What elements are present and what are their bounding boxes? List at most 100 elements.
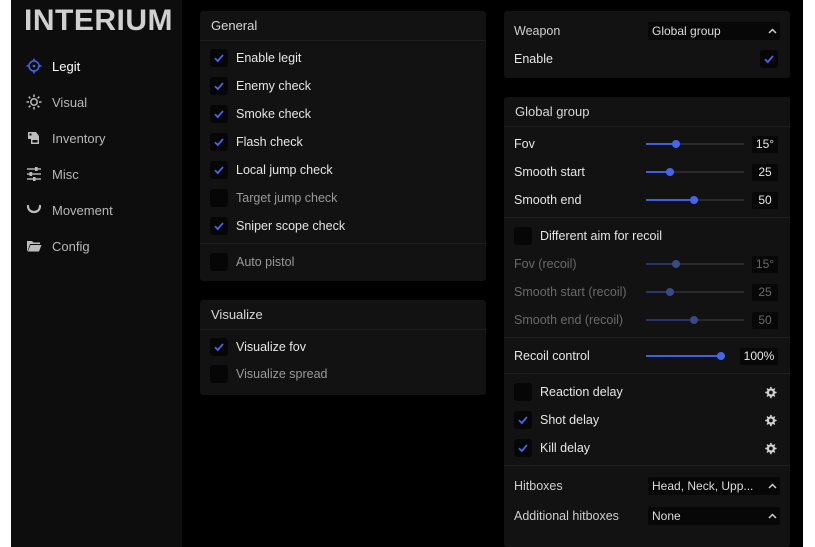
app-window: INTERIUM Legit Visual Inventory Misc Mov… xyxy=(11,0,803,547)
fov-recoil-slider-row: Fov (recoil) 15° xyxy=(504,252,790,276)
checkbox[interactable] xyxy=(210,365,228,383)
additional-hitboxes-select[interactable]: None xyxy=(648,507,780,525)
sidebar-item-label: Config xyxy=(52,238,90,254)
checkbox-label: Enemy check xyxy=(236,79,312,93)
checkbox-label: Sniper scope check xyxy=(236,219,346,233)
flash-check-checkbox[interactable]: Flash check xyxy=(200,130,486,154)
sidebar-item-movement[interactable]: Movement xyxy=(11,196,182,224)
chevron-up-icon xyxy=(764,28,780,34)
visualize-panel: Visualize Visualize fov Visualize spread xyxy=(200,300,486,395)
fov-recoil-value[interactable]: 15° xyxy=(752,255,778,273)
sidebar-item-label: Legit xyxy=(52,58,81,74)
enable-row: Enable xyxy=(504,47,790,71)
checkbox[interactable] xyxy=(210,105,228,123)
auto-pistol-checkbox[interactable]: Auto pistol xyxy=(200,250,486,274)
shot-delay-checkbox[interactable]: Shot delay xyxy=(504,408,790,432)
slider-handle[interactable] xyxy=(690,196,699,204)
smooth-start-value[interactable]: 25 xyxy=(752,163,778,181)
slider-label: Smooth end xyxy=(514,193,582,207)
target-jump-check-checkbox[interactable]: Target jump check xyxy=(200,186,486,210)
kill-delay-checkbox[interactable]: Kill delay xyxy=(504,436,790,460)
checkbox[interactable] xyxy=(210,217,228,235)
slider-handle[interactable] xyxy=(717,352,725,360)
hitboxes-label: Hitboxes xyxy=(514,479,563,493)
slider-label: Fov xyxy=(514,137,535,151)
slider-handle[interactable] xyxy=(672,140,681,148)
checkbox[interactable] xyxy=(210,49,228,67)
smooth-start-recoil-slider-row: Smooth start (recoil) 25 xyxy=(504,280,790,304)
weapon-select[interactable]: Global group xyxy=(648,22,780,40)
smoke-check-checkbox[interactable]: Smoke check xyxy=(200,102,486,126)
checkbox-label: Local jump check xyxy=(236,163,333,177)
different-aim-checkbox[interactable]: Different aim for recoil xyxy=(504,224,790,248)
divider xyxy=(504,373,790,374)
sidebar-item-label: Inventory xyxy=(52,130,106,146)
gear-icon[interactable] xyxy=(764,442,777,455)
smooth-end-slider[interactable] xyxy=(646,196,744,204)
reaction-delay-checkbox[interactable]: Reaction delay xyxy=(504,380,790,404)
enemy-check-checkbox[interactable]: Enemy check xyxy=(200,74,486,98)
checkbox[interactable] xyxy=(210,133,228,151)
visualize-fov-checkbox[interactable]: Visualize fov xyxy=(200,335,486,359)
checkbox-label: Different aim for recoil xyxy=(540,229,663,243)
checkbox[interactable] xyxy=(514,439,532,457)
weapon-panel: Weapon Global group Enable xyxy=(504,11,790,78)
gear-icon[interactable] xyxy=(764,414,777,427)
additional-hitboxes-row: Additional hitboxes None xyxy=(504,504,790,528)
fov-recoil-slider[interactable] xyxy=(646,260,744,268)
recoil-control-slider[interactable] xyxy=(646,352,725,360)
smooth-end-recoil-slider[interactable] xyxy=(646,316,744,324)
visualize-spread-checkbox[interactable]: Visualize spread xyxy=(200,362,486,386)
checkbox[interactable] xyxy=(210,338,228,356)
fov-value[interactable]: 15° xyxy=(752,135,778,153)
enable-checkbox[interactable] xyxy=(760,50,778,68)
slider-label: Smooth start (recoil) xyxy=(514,285,627,299)
sidebar-item-label: Movement xyxy=(52,202,113,218)
smooth-start-slider[interactable] xyxy=(646,168,744,176)
checkbox[interactable] xyxy=(514,227,532,245)
smooth-end-value[interactable]: 50 xyxy=(752,191,778,209)
hitboxes-select[interactable]: Head, Neck, Upp... xyxy=(648,477,780,495)
slider-handle[interactable] xyxy=(690,316,699,324)
checkbox[interactable] xyxy=(514,383,532,401)
checkbox[interactable] xyxy=(210,77,228,95)
gear-icon[interactable] xyxy=(764,386,777,399)
sidebar-item-inventory[interactable]: Inventory xyxy=(11,124,182,152)
smooth-start-recoil-slider[interactable] xyxy=(646,288,744,296)
divider xyxy=(504,337,790,338)
checkbox[interactable] xyxy=(210,189,228,207)
smooth-end-recoil-slider-row: Smooth end (recoil) 50 xyxy=(504,308,790,332)
checkbox-label: Visualize spread xyxy=(236,367,328,381)
local-jump-check-checkbox[interactable]: Local jump check xyxy=(200,158,486,182)
sidebar-item-config[interactable]: Config xyxy=(11,232,182,260)
fov-slider-row: Fov 15° xyxy=(504,132,790,156)
recoil-control-slider-row: Recoil control 100% xyxy=(504,344,790,368)
sidebar-item-visual[interactable]: Visual xyxy=(11,88,182,116)
slider-label: Smooth start xyxy=(514,165,585,179)
weapon-row: Weapon Global group xyxy=(504,19,790,43)
additional-hitboxes-label: Additional hitboxes xyxy=(514,509,619,523)
slider-label: Smooth end (recoil) xyxy=(514,313,624,327)
slider-handle[interactable] xyxy=(672,260,681,268)
enable-legit-checkbox[interactable]: Enable legit xyxy=(200,46,486,70)
movement-icon xyxy=(25,202,42,219)
recoil-control-value[interactable]: 100% xyxy=(740,347,778,365)
checkbox[interactable] xyxy=(514,411,532,429)
checkbox[interactable] xyxy=(210,161,228,179)
smooth-end-slider-row: Smooth end 50 xyxy=(504,188,790,212)
slider-handle[interactable] xyxy=(665,288,674,296)
slider-handle[interactable] xyxy=(665,168,674,176)
sidebar-item-misc[interactable]: Misc xyxy=(11,160,182,188)
smooth-end-recoil-value[interactable]: 50 xyxy=(752,311,778,329)
chevron-up-icon xyxy=(764,483,780,489)
smooth-start-recoil-value[interactable]: 25 xyxy=(752,283,778,301)
checkbox[interactable] xyxy=(210,253,228,271)
sun-icon xyxy=(25,94,42,111)
divider xyxy=(504,465,790,466)
checkbox-label: Shot delay xyxy=(540,413,600,427)
sidebar-item-legit[interactable]: Legit xyxy=(11,52,182,80)
crosshair-icon xyxy=(25,58,42,75)
sniper-scope-check-checkbox[interactable]: Sniper scope check xyxy=(200,214,486,238)
fov-slider[interactable] xyxy=(646,140,744,148)
checkbox-label: Flash check xyxy=(236,135,303,149)
